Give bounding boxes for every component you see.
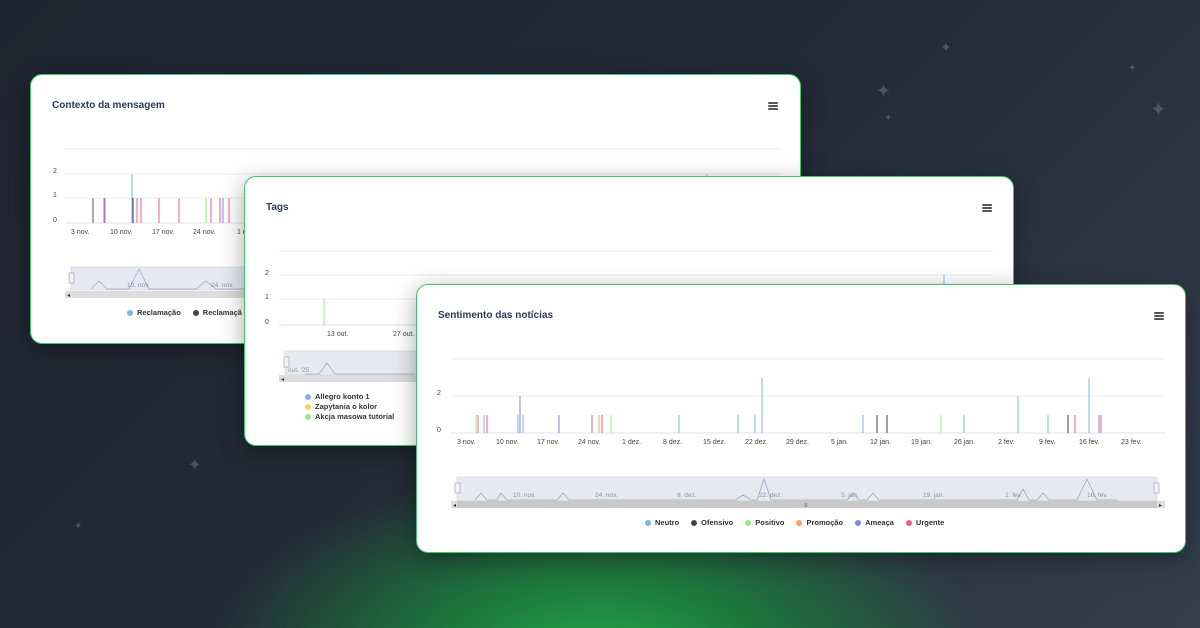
x-tick: 2 fev. <box>998 439 1015 446</box>
navigator-label: 22. dez. <box>759 492 782 499</box>
legend-dot <box>305 393 311 400</box>
x-tick: 27 out. <box>393 331 414 338</box>
chart-card-sentimento: Sentimento das notícias 2 0 3 nov. 10 no… <box>416 284 1186 553</box>
y-tick: 2 <box>53 168 57 175</box>
y-tick: 1 <box>53 192 57 199</box>
y-tick: 1 <box>265 294 269 301</box>
x-tick: 17 nov. <box>152 229 174 236</box>
legend-label: Akcja masowa tutorial <box>315 412 395 421</box>
navigator-label: 16. fev. <box>1087 492 1108 499</box>
navigator[interactable]: 10. nov. 24. nov. 8. dez. 22. dez. 5. ja… <box>451 476 1165 509</box>
x-tick: 12 jan. <box>870 439 891 446</box>
legend-item[interactable]: Neutro <box>645 518 679 527</box>
legend-dot <box>127 309 133 316</box>
x-tick: 3 nov. <box>457 439 476 446</box>
sparkle-icon: ✦ <box>884 113 893 124</box>
legend: Neutro Ofensivo Positivo Promoção Ameaça… <box>645 518 944 527</box>
legend-label: Reclamação <box>137 308 181 317</box>
scroll-thumb-grip[interactable]: ≡ <box>804 503 808 509</box>
y-tick: 2 <box>265 270 269 277</box>
x-tick: 16 fev. <box>1079 439 1100 446</box>
legend-label: Reclamaçã <box>202 308 242 317</box>
x-tick: 9 fev. <box>1039 439 1056 446</box>
legend-label: Ofensivo <box>701 518 734 527</box>
x-tick: 22 dez. <box>745 439 768 446</box>
legend-label: Positivo <box>755 518 785 527</box>
legend-dot <box>745 519 752 526</box>
navigator-label: 2. fev. <box>1005 492 1022 499</box>
scroll-right-arrow[interactable]: ▸ <box>1159 503 1162 509</box>
x-tick: 5 jan. <box>831 439 848 446</box>
x-tick: 23 fev. <box>1121 439 1142 446</box>
series-bars <box>475 378 1102 433</box>
x-tick: 8 dez. <box>663 439 682 446</box>
navigator-label: 10. nov. <box>513 492 536 499</box>
y-tick: 0 <box>437 427 441 434</box>
legend-item[interactable]: Promoção <box>796 518 843 527</box>
legend-label: Promoção <box>806 518 844 527</box>
legend-dot <box>905 519 912 526</box>
y-tick: 2 <box>437 390 441 397</box>
sparkle-icon: ✦ <box>1128 63 1137 74</box>
legend-dot <box>691 519 698 526</box>
navigator-label: 24. nov. <box>595 492 618 499</box>
scroll-left-arrow[interactable]: ◂ <box>453 503 456 509</box>
x-tick: 29 dez. <box>786 439 809 446</box>
legend-label: Zapytania o kolor <box>315 402 378 411</box>
x-tick: 1 dez. <box>622 439 641 446</box>
legend: Allegro konto 1 Zapytania o kolor Akcja … <box>305 392 394 422</box>
x-tick: 19 jan. <box>911 439 932 446</box>
scroll-left-arrow[interactable]: ◂ <box>281 377 284 383</box>
x-tick: 3 nov. <box>71 229 90 236</box>
navigator-label: 19. jan. <box>923 492 945 499</box>
legend-dot <box>855 519 862 526</box>
navigator-label: out. '25 <box>288 367 310 374</box>
legend-item[interactable]: Ameaça <box>855 518 894 527</box>
legend-label: Neutro <box>655 518 680 527</box>
sparkle-icon: ✦ <box>188 457 202 474</box>
legend-dot <box>192 309 199 316</box>
x-tick: 15 dez. <box>703 439 726 446</box>
sparkle-icon: ✦ <box>876 81 892 101</box>
legend-label: Ameaça <box>865 518 894 527</box>
x-tick: 24 nov. <box>578 439 600 446</box>
legend-item[interactable]: Reclamaçã <box>192 308 242 317</box>
navigator-label: 10. nov. <box>127 282 150 289</box>
sparkle-icon: ✦ <box>74 521 83 532</box>
legend-item[interactable]: Positivo <box>745 518 784 527</box>
x-tick: 13 out. <box>327 331 348 338</box>
navigator-label: 8. dez. <box>677 492 697 499</box>
legend-label: Allegro konto 1 <box>315 392 370 401</box>
navigator-label: 5. jan. <box>841 492 859 499</box>
x-tick: 17 nov. <box>537 439 559 446</box>
scroll-left-arrow[interactable]: ◂ <box>67 293 70 299</box>
legend-item[interactable]: Reclamação <box>127 308 181 317</box>
legend-dot <box>796 519 803 526</box>
x-tick: 26 jan. <box>954 439 975 446</box>
x-tick: 10 nov. <box>110 229 132 236</box>
legend-dot <box>305 403 311 410</box>
x-tick: 24 nov. <box>193 229 215 236</box>
y-tick: 0 <box>53 217 57 224</box>
legend-item[interactable]: Allegro konto 1 <box>305 392 394 401</box>
legend-item[interactable]: Ofensivo <box>691 518 733 527</box>
legend-dot <box>645 519 651 526</box>
legend-item[interactable]: Urgente <box>905 518 945 527</box>
legend-item[interactable]: Akcja masowa tutorial <box>305 412 394 421</box>
legend: Reclamação Reclamaçã <box>127 308 242 317</box>
x-tick: 10 nov. <box>496 439 518 446</box>
sparkle-icon: ✦ <box>940 39 952 55</box>
navigator-label: 24. nov. <box>211 282 234 289</box>
chart-area: 2 0 3 nov. 10 nov. 17 nov. 24 nov. 1 dez… <box>437 358 1165 509</box>
legend-dot <box>305 413 311 420</box>
sparkle-icon: ✦ <box>1150 99 1167 121</box>
legend-item[interactable]: Zapytania o kolor <box>305 402 394 411</box>
y-tick: 0 <box>265 319 269 326</box>
legend-label: Urgente <box>915 518 945 527</box>
